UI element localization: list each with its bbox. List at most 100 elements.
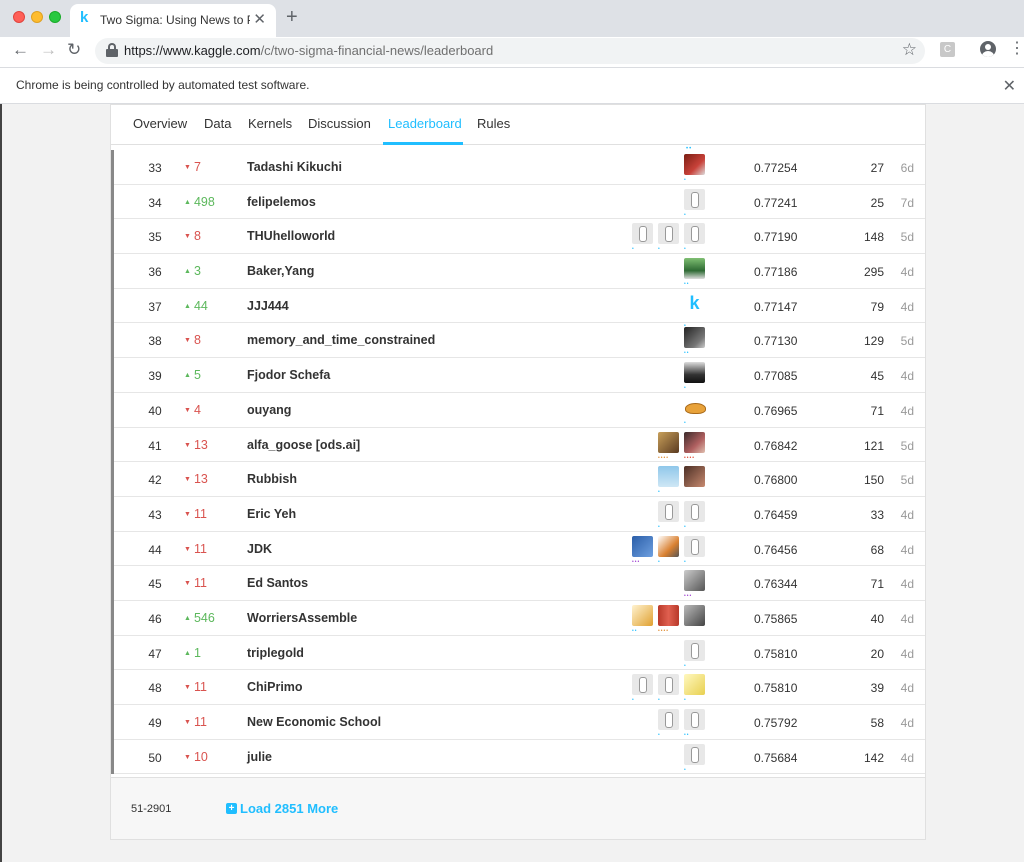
team-name[interactable]: Eric Yeh — [247, 507, 296, 521]
team-name[interactable]: Fjodor Schefa — [247, 368, 330, 382]
team-name[interactable]: memory_and_time_constrained — [247, 333, 435, 347]
table-row[interactable]: 44 ▼ 11 JDK ••• • • 0.76456 68 4d — [114, 532, 925, 567]
avatar[interactable]: •••• — [658, 604, 679, 634]
address-bar[interactable]: https://www.kaggle.com/c/two-sigma-finan… — [95, 38, 925, 64]
team-name[interactable]: alfa_goose [ods.ai] — [247, 438, 360, 452]
avatar[interactable]: • — [684, 674, 705, 703]
avatar[interactable]: • — [632, 223, 653, 252]
avatar[interactable]: •• — [632, 604, 653, 634]
tab-kernels[interactable]: Kernels — [248, 116, 292, 131]
avatar[interactable]: • — [684, 500, 705, 530]
avatar[interactable]: • — [684, 154, 705, 183]
avatar[interactable]: • — [658, 674, 679, 703]
avatar[interactable]: • — [684, 396, 706, 426]
url-host: https://www.kaggle.com — [124, 43, 261, 58]
avatar[interactable] — [684, 604, 705, 626]
avatar[interactable]: • — [684, 188, 705, 218]
entries: 295 — [863, 265, 884, 280]
team-name[interactable]: Ed Santos — [247, 576, 308, 590]
avatar[interactable]: •••• — [684, 431, 705, 461]
avatar[interactable]: • — [658, 223, 679, 252]
avatar[interactable]: •• — [684, 258, 705, 287]
avatar[interactable]: • — [684, 743, 705, 773]
tab-data[interactable]: Data — [204, 116, 231, 131]
avatar[interactable]: • — [684, 223, 705, 252]
table-row[interactable]: 33 ▼ 7 Tadashi Kikuchi • 0.77254 27 6d — [114, 150, 925, 185]
table-row[interactable]: 40 ▼ 4 ouyang • 0.76965 71 4d — [114, 393, 925, 428]
table-row[interactable]: 39 ▲ 5 Fjodor Schefa • 0.77085 45 4d — [114, 358, 925, 393]
team-name[interactable]: Rubbish — [247, 472, 297, 486]
avatar[interactable]: • — [658, 466, 679, 495]
tab-close-icon[interactable]: ✕ — [253, 10, 266, 28]
leaderboard-table: 33 ▼ 7 Tadashi Kikuchi • 0.77254 27 6d 34 ▲ 498 fel… — [111, 150, 925, 775]
maximize-window-icon[interactable] — [49, 11, 61, 23]
bookmark-star-icon[interactable]: ☆ — [902, 40, 917, 60]
team-name[interactable]: WorriersAssemble — [247, 611, 357, 625]
avatar[interactable]: ••• — [632, 535, 653, 565]
tab-leaderboard[interactable]: Leaderboard — [388, 116, 462, 131]
team-name[interactable]: JJJ444 — [247, 299, 289, 313]
score: 0.75792 — [754, 716, 798, 730]
browser-menu-icon[interactable]: ⋮ — [1009, 41, 1024, 57]
table-row[interactable]: 34 ▲ 498 felipelemos • 0.77241 25 7d — [114, 185, 925, 220]
avatar[interactable]: • — [632, 674, 653, 703]
browser-tab[interactable]: k Two Sigma: Using News to Pre ✕ — [70, 4, 276, 37]
infobar-close-icon[interactable]: ✕ — [1003, 76, 1016, 96]
team-name[interactable]: triplegold — [247, 646, 304, 660]
rank-change: ▼ 13 — [184, 472, 208, 486]
avatar[interactable]: • — [658, 500, 679, 530]
load-more-label: Load 2851 More — [240, 801, 339, 816]
tab-overview[interactable]: Overview — [133, 116, 187, 131]
tier-dots: •••• — [658, 627, 670, 634]
score: 0.77147 — [754, 299, 798, 314]
forward-arrow-icon[interactable]: → — [40, 40, 57, 60]
tier-dots: •• — [684, 350, 690, 357]
tab-rules[interactable]: Rules — [477, 116, 510, 131]
team-name[interactable]: felipelemos — [247, 195, 316, 209]
avatar[interactable]: •• — [684, 709, 705, 738]
avatar[interactable]: • — [684, 535, 705, 565]
table-row[interactable]: 38 ▼ 8 memory_and_time_constrained •• 0.77130… — [114, 323, 925, 359]
reload-icon[interactable]: ↻ — [67, 40, 81, 60]
table-row[interactable]: 47 ▲ 1 triplegold • 0.75810 20 4d — [114, 636, 925, 671]
score: 0.76965 — [754, 403, 798, 418]
last-submission: 4d — [900, 577, 914, 592]
minimize-window-icon[interactable] — [31, 11, 43, 23]
avatar[interactable] — [684, 466, 705, 488]
table-row[interactable]: 46 ▲ 546 WorriersAssemble •• •••• 0.75865 40 4d — [114, 601, 925, 636]
table-row[interactable]: 43 ▼ 11 Eric Yeh • • 0.76459 33 4d — [114, 497, 925, 532]
team-name[interactable]: New Economic School — [247, 715, 381, 729]
table-row[interactable]: 50 ▼ 10 julie • 0.75684 142 4d — [114, 740, 925, 775]
team-name[interactable]: THUhelloworld — [247, 229, 335, 243]
avatar[interactable]: • — [658, 709, 679, 738]
avatar[interactable]: k • — [684, 292, 705, 329]
avatar[interactable]: ••• — [684, 570, 705, 599]
avatar[interactable]: •• — [684, 327, 705, 356]
team-name[interactable]: julie — [247, 750, 272, 764]
new-tab-icon[interactable]: + — [286, 6, 298, 29]
table-row[interactable]: 42 ▼ 13 Rubbish • 0.76800 150 5d — [114, 462, 925, 497]
table-row[interactable]: 35 ▼ 8 THUhelloworld • • • 0.77190 148 5d — [114, 219, 925, 255]
table-row[interactable]: 49 ▼ 11 New Economic School • •• 0.75792 58 4d — [114, 705, 925, 740]
avatar[interactable]: •••• — [658, 431, 679, 461]
table-row[interactable]: 36 ▲ 3 Baker,Yang •• 0.77186 295 4d — [114, 254, 925, 289]
team-name[interactable]: ChiPrimo — [247, 680, 303, 694]
tab-discussion[interactable]: Discussion — [308, 116, 371, 131]
close-window-icon[interactable] — [13, 11, 25, 23]
table-row[interactable]: 37 ▲ 44 JJJ444 k • 0.77147 79 4d — [114, 289, 925, 329]
avatar[interactable]: • — [684, 639, 705, 669]
avatar[interactable]: • — [684, 362, 705, 391]
back-arrow-icon[interactable]: ← — [12, 40, 29, 60]
table-row[interactable]: 45 ▼ 11 Ed Santos ••• 0.76344 71 4d — [114, 566, 925, 601]
team-name[interactable]: JDK — [247, 542, 272, 556]
extension-icon[interactable]: C — [940, 42, 955, 57]
team-name[interactable]: Baker,Yang — [247, 264, 314, 278]
url-text[interactable]: https://www.kaggle.com/c/two-sigma-finan… — [124, 43, 493, 58]
profile-icon[interactable] — [980, 41, 996, 57]
avatar[interactable]: • — [658, 535, 679, 565]
table-row[interactable]: 41 ▼ 13 alfa_goose [ods.ai] •••• •••• 0.76842 1… — [114, 428, 925, 463]
table-row[interactable]: 48 ▼ 11 ChiPrimo • • • 0.75810 39 4d — [114, 670, 925, 705]
team-name[interactable]: Tadashi Kikuchi — [247, 160, 342, 174]
team-name[interactable]: ouyang — [247, 403, 291, 417]
load-more-button[interactable]: + Load 2851 More — [226, 801, 338, 816]
